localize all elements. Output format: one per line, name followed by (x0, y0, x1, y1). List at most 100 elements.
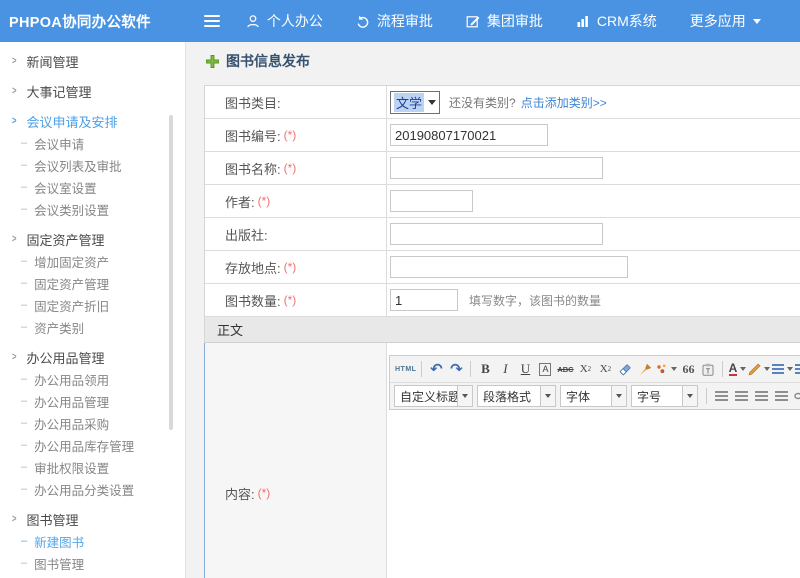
dash-icon: – (21, 277, 27, 289)
sidebar-group-office-supplies[interactable]: > 办公用品管理 (0, 346, 185, 368)
font-family-select[interactable]: 字体 (560, 385, 627, 407)
hamburger-icon[interactable] (204, 15, 220, 27)
align-justify-button[interactable] (772, 386, 790, 406)
sidebar-item-meeting-list[interactable]: –会议列表及审批 (0, 154, 185, 176)
strikethrough-button[interactable]: ABC (556, 359, 574, 379)
italic-button[interactable]: I (496, 359, 514, 379)
bold-button[interactable]: B (476, 359, 494, 379)
paste-text-button[interactable]: T (699, 359, 717, 379)
color-splatter-button[interactable] (656, 359, 677, 379)
sidebar-item-meeting-apply[interactable]: –会议申请 (0, 132, 185, 154)
undo-button[interactable]: ↶ (427, 359, 445, 379)
chevron-right-icon: > (12, 115, 17, 127)
align-left-icon (715, 391, 728, 402)
bar-chart-icon (576, 14, 590, 28)
superscript-button[interactable]: X2 (576, 359, 594, 379)
field-label: 作者: (225, 192, 255, 211)
form-row-category: 图书类目: 文学 还没有类别? 点击添加类别>> (205, 86, 800, 119)
paste-text-icon: T (702, 363, 714, 376)
align-center-button[interactable] (732, 386, 750, 406)
format-brush-button[interactable] (636, 359, 654, 379)
dash-icon: – (21, 137, 27, 149)
redo-button[interactable]: ↷ (447, 359, 465, 379)
sidebar-item-supplies-manage[interactable]: –办公用品管理 (0, 390, 185, 412)
field-label: 出版社: (225, 225, 268, 244)
chevron-right-icon: > (12, 55, 17, 67)
dash-icon: – (21, 373, 27, 385)
caret-down-icon (740, 367, 746, 371)
menu-label: 流程审批 (377, 11, 433, 31)
menu-crm-system[interactable]: CRM系统 (576, 11, 657, 31)
user-icon (246, 14, 260, 29)
link-icon (794, 391, 800, 401)
chevron-right-icon: > (12, 233, 17, 245)
sidebar-group-books[interactable]: > 图书管理 (0, 508, 185, 530)
caret-down-icon (428, 100, 436, 105)
unordered-list-icon (795, 364, 800, 374)
book-form: 图书类目: 文学 还没有类别? 点击添加类别>> 图书编号: (*) (204, 85, 800, 578)
sidebar-group-meeting[interactable]: > 会议申请及安排 (0, 110, 185, 132)
book-category-select[interactable]: 文学 (390, 91, 440, 114)
link-button[interactable] (792, 386, 800, 406)
book-number-input[interactable] (390, 124, 548, 146)
unordered-list-button[interactable] (795, 359, 800, 379)
sidebar-item-book-manage[interactable]: –图书管理 (0, 552, 185, 574)
sidebar-item-asset-manage[interactable]: –固定资产管理 (0, 272, 185, 294)
sidebar-item-meeting-room[interactable]: –会议室设置 (0, 176, 185, 198)
sidebar-item-asset-category[interactable]: –资产类别 (0, 316, 185, 338)
plus-icon (205, 54, 220, 69)
author-input[interactable] (390, 190, 473, 212)
form-row-book-number: 图书编号: (*) (205, 119, 800, 152)
category-hint: 还没有类别? (449, 94, 516, 111)
sidebar-item-new-book[interactable]: –新建图书 (0, 530, 185, 552)
caret-down-icon (540, 386, 555, 406)
page-title: 图书信息发布 (205, 51, 310, 71)
menu-more-apps[interactable]: 更多应用 (690, 11, 761, 31)
location-input[interactable] (390, 256, 628, 278)
book-name-input[interactable] (390, 157, 603, 179)
sidebar: > 新闻管理 > 大事记管理 > 会议申请及安排 –会议申请 –会议列表及审批 … (0, 42, 186, 578)
sidebar-item-approval-permission[interactable]: –审批权限设置 (0, 456, 185, 478)
form-row-content: 内容: (*) HTML ↶ ↷ B I U A (205, 343, 800, 578)
align-left-button[interactable] (712, 386, 730, 406)
eraser-button[interactable] (616, 359, 634, 379)
dash-icon: – (21, 439, 27, 451)
required-marker: (*) (258, 194, 271, 208)
dash-icon: – (21, 395, 27, 407)
add-category-link[interactable]: 点击添加类别>> (521, 94, 607, 111)
highlight-pen-button[interactable] (748, 359, 770, 379)
sidebar-item-meeting-category[interactable]: –会议类别设置 (0, 198, 185, 220)
paragraph-format-select[interactable]: 段落格式 (477, 385, 556, 407)
required-marker: (*) (284, 128, 297, 142)
menu-personal-office[interactable]: 个人办公 (246, 11, 323, 31)
menu-group-approval[interactable]: 集团审批 (466, 11, 543, 31)
sidebar-item-supplies-inventory[interactable]: –办公用品库存管理 (0, 434, 185, 456)
highlight-pen-icon (748, 363, 761, 376)
html-source-button[interactable]: HTML (395, 359, 416, 379)
sidebar-scrollbar[interactable] (169, 115, 173, 430)
font-border-button[interactable]: A (536, 359, 554, 379)
sidebar-item-supplies-category[interactable]: –办公用品分类设置 (0, 478, 185, 500)
ordered-list-button[interactable] (772, 359, 793, 379)
quantity-input[interactable] (390, 289, 458, 311)
eraser-icon (618, 363, 632, 376)
font-size-select[interactable]: 字号 (631, 385, 698, 407)
sidebar-item-asset-depreciation[interactable]: –固定资产折旧 (0, 294, 185, 316)
menu-workflow-approval[interactable]: 流程审批 (356, 11, 433, 31)
sidebar-group-memorabilia[interactable]: > 大事记管理 (0, 80, 185, 102)
font-color-button[interactable]: A (728, 359, 746, 379)
underline-button[interactable]: U (516, 359, 534, 379)
sidebar-group-news[interactable]: > 新闻管理 (0, 50, 185, 72)
sidebar-item-add-asset[interactable]: –增加固定资产 (0, 250, 185, 272)
caret-down-icon (753, 19, 761, 24)
subscript-button[interactable]: X2 (596, 359, 614, 379)
publisher-input[interactable] (390, 223, 603, 245)
sidebar-item-supplies-purchase[interactable]: –办公用品采购 (0, 412, 185, 434)
blockquote-button[interactable]: 66 (679, 359, 697, 379)
align-right-button[interactable] (752, 386, 770, 406)
editor-content-area[interactable] (389, 410, 800, 578)
custom-title-select[interactable]: 自定义标题 (394, 385, 473, 407)
sidebar-group-fixed-assets[interactable]: > 固定资产管理 (0, 228, 185, 250)
sidebar-item-supplies-claim[interactable]: –办公用品领用 (0, 368, 185, 390)
field-label: 存放地点: (225, 258, 281, 277)
